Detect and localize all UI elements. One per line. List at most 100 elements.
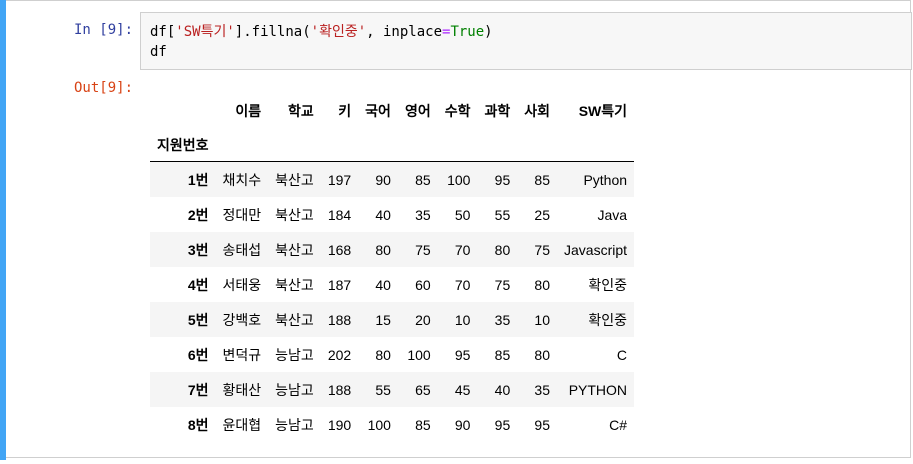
table-cell: 197: [327, 171, 352, 188]
table-row: 1번 채치수 북산고 197 90 85 100 95 85 Python: [150, 161, 635, 197]
table-row: 7번 황태산 능남고 188 55 65 45 40 35 PYTHON: [150, 372, 635, 407]
column-header: SW특기: [578, 103, 628, 119]
header-blank: [557, 128, 635, 162]
row-index: 4번: [187, 276, 209, 293]
row-index: 5번: [187, 311, 209, 328]
table-cell: Javascript: [564, 241, 628, 258]
table-cell: 35: [415, 206, 431, 223]
code-editor[interactable]: df['SW특기'].fillna('확인중', inplace=True) d…: [140, 12, 912, 70]
table-cell: 188: [327, 381, 352, 398]
table-cell: 북산고: [275, 276, 314, 293]
table-cell: 80: [375, 346, 391, 363]
table-cell: 35: [494, 311, 511, 328]
table-cell: 80: [534, 346, 550, 363]
header-blank: [215, 128, 269, 162]
table-cell: 90: [454, 416, 471, 433]
table-cell: 184: [327, 206, 352, 223]
table-cell: Java: [597, 206, 628, 223]
table-cell: 95: [454, 346, 471, 363]
table-cell: 확인중: [588, 311, 628, 328]
table-cell: 75: [494, 276, 511, 293]
column-header-row: 이름 학교 키 국어 영어 수학 과학 사회 SW특기: [150, 94, 634, 128]
table-cell: C: [616, 346, 628, 363]
code-keyword: True: [450, 24, 485, 40]
table-cell: PYTHON: [568, 381, 628, 398]
table-cell: Python: [583, 171, 628, 188]
table-cell: 187: [327, 276, 352, 293]
table-cell: 북산고: [275, 171, 314, 188]
table-cell: 10: [454, 311, 471, 328]
table-cell: 80: [494, 241, 511, 258]
table-cell: 55: [494, 206, 511, 223]
table-cell: 80: [534, 276, 550, 293]
code-token: , inplace: [366, 24, 442, 40]
table-cell: 10: [534, 311, 550, 328]
row-index: 2번: [187, 206, 209, 223]
table-cell: 85: [534, 171, 550, 188]
table-row: 2번 정대만 북산고 184 40 35 50 55 25 Java: [150, 197, 634, 232]
table-cell: 75: [534, 241, 550, 258]
row-index: 1번: [187, 171, 209, 188]
code-token: df[: [150, 24, 176, 40]
index-name: 지원번호: [150, 128, 216, 162]
table-cell: 40: [494, 381, 511, 398]
table-cell: 70: [454, 276, 471, 293]
row-index: 7번: [187, 381, 209, 398]
column-header: 과학: [484, 103, 511, 119]
table-cell: 168: [327, 241, 352, 258]
row-index: 6번: [187, 346, 209, 363]
table-cell: 85: [415, 416, 431, 433]
table-cell: 188: [327, 311, 352, 328]
table-cell: 북산고: [275, 206, 314, 223]
code-token: df: [150, 44, 167, 60]
code-string: '확인중': [310, 24, 367, 40]
code-string: 'SW특기': [175, 24, 235, 40]
table-row: 3번 송태섭 북산고 168 80 75 70 80 75 Javascript: [150, 232, 635, 267]
table-cell: 송태섭: [222, 241, 262, 258]
column-header: 학교: [288, 103, 314, 119]
table-cell: 85: [494, 346, 511, 363]
table-row: 5번 강백호 북산고 188 15 20 10 35 10 확인중: [150, 302, 635, 337]
row-index: 3번: [187, 241, 209, 258]
table-cell: 정대만: [222, 206, 262, 223]
header-blank: [437, 128, 478, 162]
table-cell: 85: [415, 171, 431, 188]
column-header: 사회: [524, 103, 550, 119]
code-token: ].fillna(: [234, 24, 311, 40]
table-cell: 20: [415, 311, 431, 328]
table-row: 8번 윤대협 능남고 190 100 85 90 95 95 C#: [150, 407, 634, 442]
table-cell: 95: [494, 171, 511, 188]
table-cell: 55: [375, 381, 391, 398]
table-cell: 45: [454, 381, 471, 398]
table-cell: 35: [534, 381, 550, 398]
column-header: 키: [338, 103, 352, 119]
code-text[interactable]: df['SW특기'].fillna('확인중', inplace=True) d…: [150, 22, 493, 62]
table-cell: 강백호: [222, 311, 262, 328]
table-row: 6번 변덕규 능남고 202 80 100 95 85 80 C: [150, 337, 634, 372]
notebook-cell[interactable]: In [9]: df['SW특기'].fillna('확인중', inplace…: [0, 0, 913, 464]
column-header: 국어: [365, 103, 391, 119]
table-cell: 40: [375, 206, 391, 223]
header-blank: [477, 128, 518, 162]
code-token: ): [484, 24, 493, 40]
output-prompt: Out[9]:: [74, 80, 134, 96]
header-blank: [358, 128, 398, 162]
table-cell: 100: [367, 416, 391, 433]
table-cell: 능남고: [275, 416, 314, 433]
table-cell: 90: [375, 171, 391, 188]
table-cell: 80: [375, 241, 391, 258]
table-cell: 190: [327, 416, 352, 433]
header-blank: [397, 128, 438, 162]
table-cell: 40: [375, 276, 391, 293]
column-header: 영어: [404, 103, 431, 119]
column-header: 수학: [444, 103, 471, 119]
table-cell: 변덕규: [222, 346, 262, 363]
table-cell: 95: [534, 416, 550, 433]
table-cell: C#: [609, 416, 628, 433]
table-cell: 황태산: [222, 381, 262, 398]
table-cell: 북산고: [275, 241, 314, 258]
table-cell: 북산고: [275, 311, 314, 328]
table-cell: 15: [375, 311, 391, 328]
table-cell: 75: [415, 241, 431, 258]
table-body: 1번 채치수 북산고 197 90 85 100 95 85 Python 2번 정대만 북산고 184 4…: [150, 161, 635, 443]
